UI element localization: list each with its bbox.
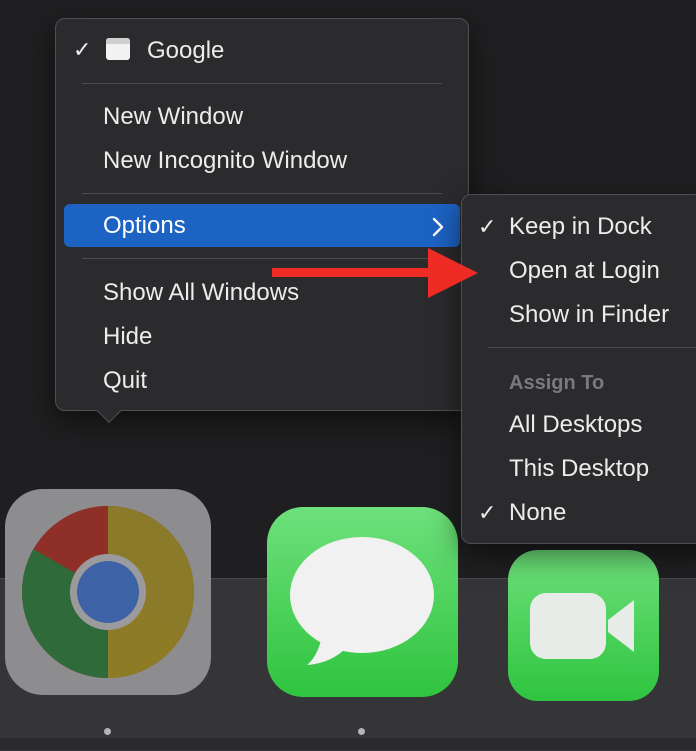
chrome-icon	[21, 506, 195, 679]
submenu-item-none[interactable]: None	[509, 493, 566, 533]
checkmark-icon: ✓	[478, 500, 497, 525]
menu-pointer	[96, 410, 122, 424]
facetime-app-icon[interactable]	[508, 550, 659, 701]
separator	[82, 83, 442, 84]
chrome-app-icon[interactable]	[5, 489, 211, 695]
menu-item-show-all-windows[interactable]: Show All Windows	[103, 273, 299, 313]
messages-icon	[290, 537, 434, 665]
submenu-item-show-in-finder[interactable]: Show in Finder	[509, 295, 669, 335]
menu-item-new-incognito-window[interactable]: New Incognito Window	[103, 141, 347, 181]
browser-window-icon	[106, 38, 130, 60]
menu-item-google-window[interactable]: Google	[147, 31, 224, 71]
submenu-item-this-desktop[interactable]: This Desktop	[509, 449, 649, 489]
submenu-item-keep-in-dock[interactable]: Keep in Dock	[509, 207, 652, 247]
menu-item-new-window[interactable]: New Window	[103, 97, 243, 137]
running-indicator	[358, 728, 365, 735]
checkmark-icon: ✓	[478, 214, 497, 239]
checkmark-icon: ✓	[73, 37, 92, 62]
menu-item-quit[interactable]: Quit	[103, 361, 147, 401]
dock-context-menu: ✓ Google New Window New Incognito Window…	[55, 18, 469, 411]
submenu-item-all-desktops[interactable]: All Desktops	[509, 405, 642, 445]
annotation-arrow-icon	[272, 248, 478, 298]
dock-edge	[0, 738, 696, 750]
menu-item-hide[interactable]: Hide	[103, 317, 152, 357]
options-submenu: ✓ Keep in Dock Open at Login Show in Fin…	[461, 194, 696, 544]
messages-app-icon[interactable]	[267, 507, 458, 697]
submenu-item-open-at-login[interactable]: Open at Login	[509, 251, 660, 291]
menu-item-options[interactable]: Options	[64, 204, 460, 247]
separator	[82, 193, 442, 194]
assign-to-label: Assign To	[509, 372, 605, 394]
options-label: Options	[103, 212, 186, 239]
chevron-right-icon	[432, 204, 444, 247]
running-indicator	[104, 728, 111, 735]
facetime-icon	[530, 593, 634, 659]
separator	[488, 347, 696, 348]
